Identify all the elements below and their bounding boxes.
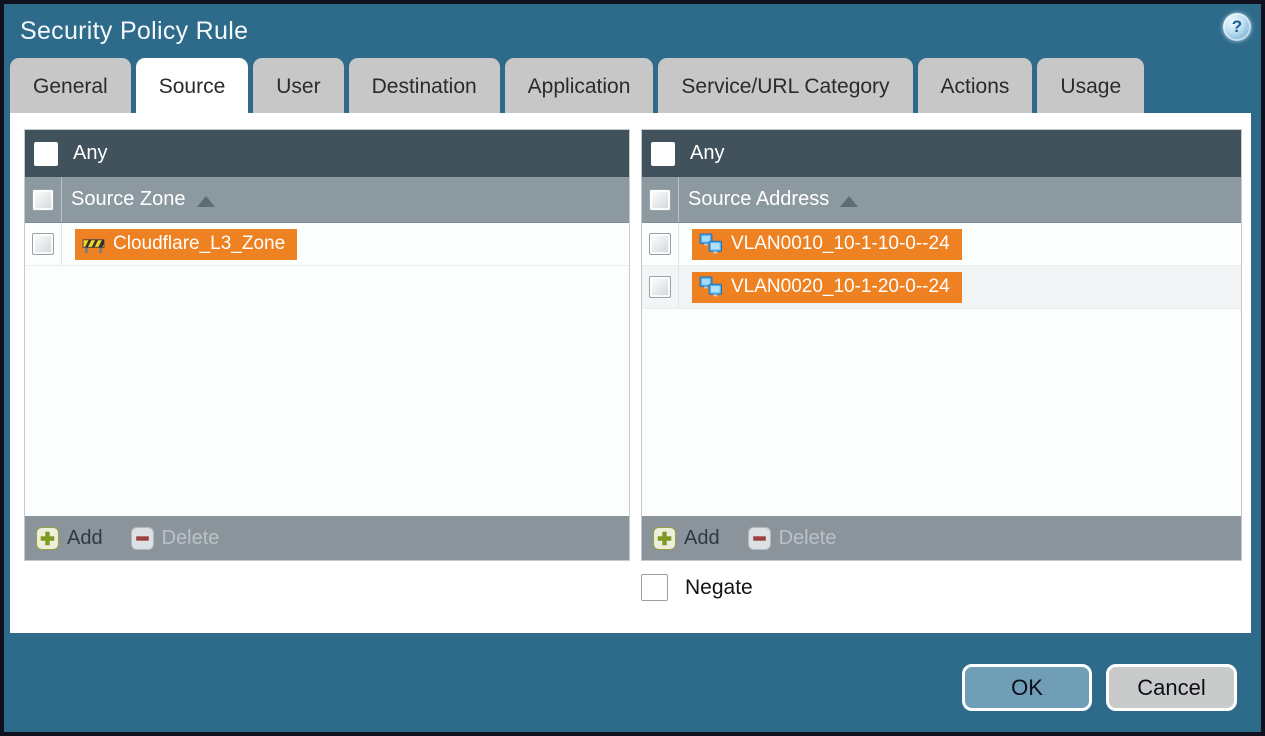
source-zone-column-header[interactable]: Source Zone [25, 177, 629, 223]
security-policy-rule-dialog: Security Policy Rule ? General Source Us… [0, 0, 1265, 736]
tab-user[interactable]: User [253, 58, 344, 113]
zone-icon [82, 238, 105, 253]
source-zone-select-all-checkbox[interactable] [32, 188, 54, 211]
add-button[interactable]: Add [653, 526, 720, 550]
table-row[interactable]: VLAN0010_10-1-10-0--24 [642, 223, 1241, 266]
tab-usage[interactable]: Usage [1037, 58, 1145, 113]
source-zone-panel: Any Source Zone Cloudflare_L3_Zone Add D… [24, 129, 630, 561]
plus-icon [653, 526, 676, 550]
add-button[interactable]: Add [36, 526, 103, 550]
tab-source[interactable]: Source [135, 58, 249, 113]
source-address-panel: Any Source Address VLAN0010_10-1-10-0--2… [641, 129, 1242, 561]
minus-icon [747, 526, 771, 550]
delete-button[interactable]: Delete [747, 526, 837, 550]
address-tag-label: VLAN0020_10-1-20-0--24 [731, 276, 950, 297]
plus-icon [36, 526, 59, 550]
negate-label: Negate [685, 575, 753, 599]
negate-checkbox[interactable] [641, 574, 668, 601]
delete-button-label: Delete [161, 526, 220, 549]
source-zone-column-label: Source Zone [71, 188, 186, 210]
help-icon[interactable]: ? [1223, 13, 1251, 41]
tab-general[interactable]: General [10, 58, 131, 113]
zone-tag[interactable]: Cloudflare_L3_Zone [75, 228, 298, 260]
tab-content: Any Source Zone Cloudflare_L3_Zone Add D… [10, 113, 1251, 633]
row-checkbox[interactable] [649, 233, 671, 255]
source-zone-any-header: Any [25, 130, 629, 177]
tab-service-url-category[interactable]: Service/URL Category [658, 58, 913, 113]
source-address-any-checkbox[interactable] [651, 141, 675, 166]
tab-destination[interactable]: Destination [348, 58, 500, 113]
address-tag-label: VLAN0010_10-1-10-0--24 [731, 233, 950, 254]
tab-bar: General Source User Destination Applicat… [10, 58, 1145, 113]
source-address-list: VLAN0010_10-1-10-0--24 VLAN0020_10-1-20-… [642, 223, 1241, 516]
cancel-button[interactable]: Cancel [1106, 664, 1237, 711]
source-address-column-label: Source Address [688, 188, 830, 210]
add-button-label: Add [684, 526, 720, 549]
zone-tag-label: Cloudflare_L3_Zone [113, 233, 286, 254]
row-checkbox[interactable] [32, 233, 54, 255]
minus-icon [130, 526, 154, 550]
source-zone-any-label: Any [73, 142, 108, 164]
tab-application[interactable]: Application [504, 58, 654, 113]
address-icon [699, 233, 723, 254]
source-address-footer: Add Delete [642, 516, 1241, 560]
sort-asc-icon [840, 195, 859, 207]
add-button-label: Add [67, 526, 103, 549]
table-row[interactable]: Cloudflare_L3_Zone [25, 223, 629, 266]
delete-button[interactable]: Delete [130, 526, 220, 550]
delete-button-label: Delete [778, 526, 837, 549]
row-checkbox[interactable] [649, 276, 671, 298]
ok-button[interactable]: OK [962, 664, 1092, 711]
source-address-any-header: Any [642, 130, 1241, 177]
dialog-title: Security Policy Rule [20, 17, 249, 45]
address-tag[interactable]: VLAN0020_10-1-20-0--24 [692, 271, 962, 303]
source-zone-footer: Add Delete [25, 516, 629, 560]
source-zone-list: Cloudflare_L3_Zone [25, 223, 629, 516]
address-icon [699, 276, 723, 297]
table-row[interactable]: VLAN0020_10-1-20-0--24 [642, 266, 1241, 309]
source-address-any-label: Any [690, 142, 725, 164]
negate-row: Negate [641, 574, 753, 601]
source-address-select-all-checkbox[interactable] [649, 188, 671, 211]
source-address-column-header[interactable]: Source Address [642, 177, 1241, 223]
tab-actions[interactable]: Actions [917, 58, 1033, 113]
address-tag[interactable]: VLAN0010_10-1-10-0--24 [692, 228, 962, 260]
source-zone-any-checkbox[interactable] [34, 141, 58, 166]
sort-asc-icon [196, 195, 215, 207]
